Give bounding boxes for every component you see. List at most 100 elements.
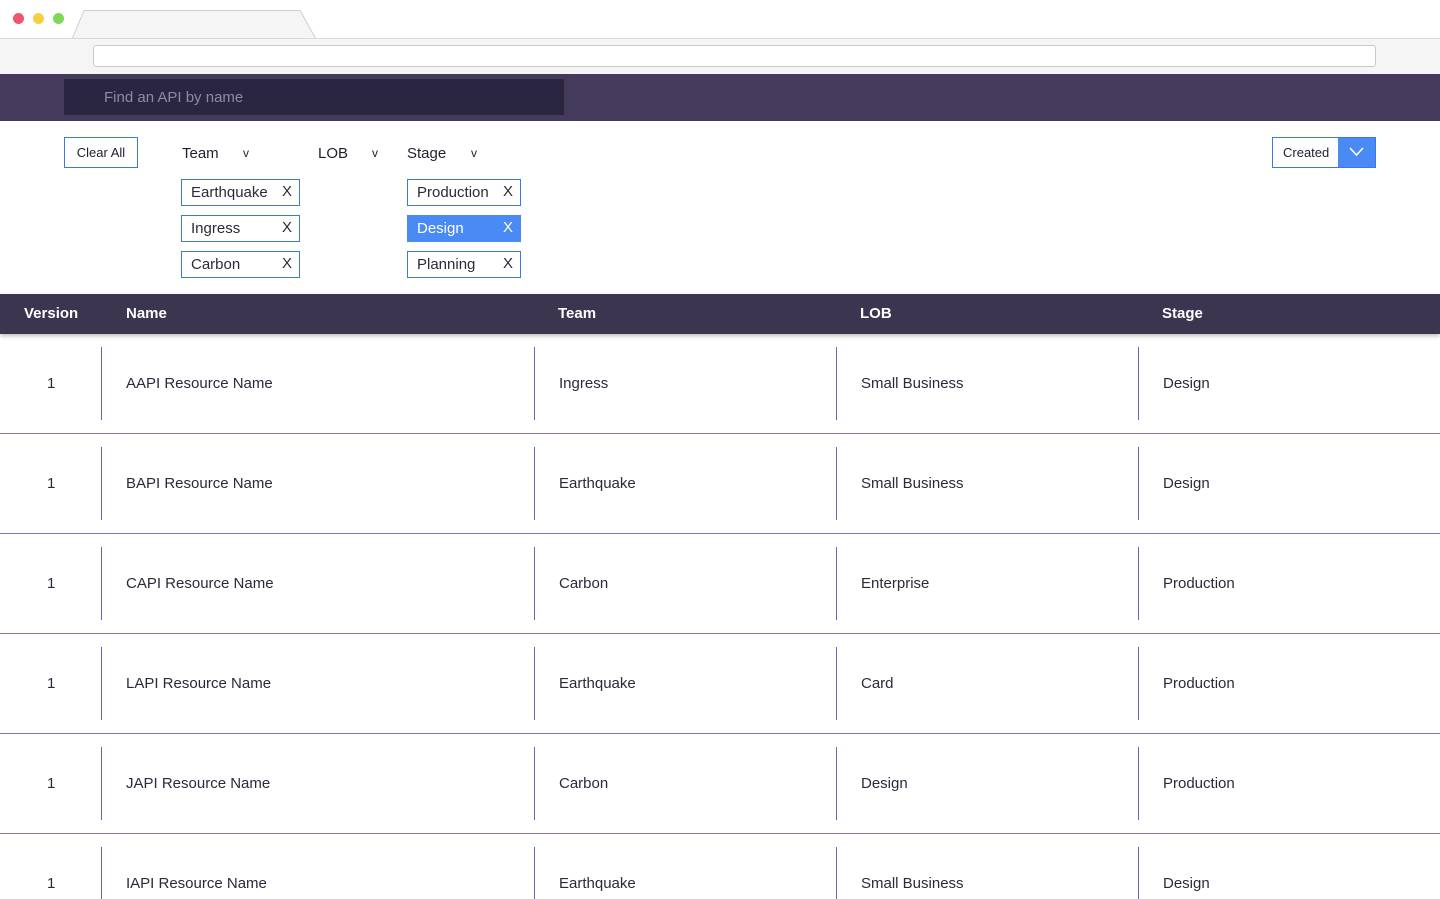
name-cell: LAPI Resource Name xyxy=(126,675,272,692)
column-divider xyxy=(836,647,837,720)
version-cell: 1 xyxy=(47,575,56,592)
stage-cell: Design xyxy=(1163,875,1210,892)
chevron-down-icon: v xyxy=(471,146,477,160)
clear-all-button[interactable]: Clear All xyxy=(64,137,138,168)
column-divider xyxy=(101,747,102,820)
remove-chip-icon[interactable]: X xyxy=(503,183,513,200)
column-divider xyxy=(836,847,837,899)
chip-label: Earthquake xyxy=(191,184,268,201)
chevron-down-icon: v xyxy=(372,146,378,160)
stage-chip-design: Design X xyxy=(407,215,521,242)
remove-chip-icon[interactable]: X xyxy=(503,219,513,236)
sort-label: Created xyxy=(1283,145,1330,160)
chevron-down-icon xyxy=(1349,147,1364,157)
column-divider xyxy=(1138,347,1139,420)
lob-cell: Small Business xyxy=(861,875,964,892)
search-input[interactable] xyxy=(64,79,564,115)
version-cell: 1 xyxy=(47,775,56,792)
column-divider xyxy=(1138,847,1139,899)
browser-tab-outline xyxy=(72,10,316,39)
version-cell: 1 xyxy=(47,475,56,492)
app-header xyxy=(0,74,1440,121)
column-divider xyxy=(534,847,535,899)
chevron-down-icon: v xyxy=(243,146,249,160)
lob-cell: Design xyxy=(861,775,908,792)
column-divider xyxy=(836,347,837,420)
version-cell: 1 xyxy=(47,675,56,692)
stage-chip-planning: Planning X xyxy=(407,251,521,278)
chip-label: Design xyxy=(417,220,464,237)
team-chip-earthquake: Earthquake X xyxy=(181,179,300,206)
stage-cell: Production xyxy=(1163,675,1235,692)
stage-cell: Production xyxy=(1163,575,1235,592)
chip-label: Carbon xyxy=(191,256,241,273)
column-header-lob[interactable]: LOB xyxy=(860,305,892,322)
remove-chip-icon[interactable]: X xyxy=(282,183,292,200)
table-row[interactable]: 1 LAPI Resource Name Earthquake Card Pro… xyxy=(0,634,1440,734)
remove-chip-icon[interactable]: X xyxy=(503,255,513,272)
lob-filter-dropdown[interactable]: LOB v xyxy=(318,143,382,165)
table-row[interactable]: 1 IAPI Resource Name Earthquake Small Bu… xyxy=(0,834,1440,899)
table-row[interactable]: 1 CAPI Resource Name Carbon Enterprise P… xyxy=(0,534,1440,634)
stage-cell: Production xyxy=(1163,775,1235,792)
table-row[interactable]: 1 BAPI Resource Name Earthquake Small Bu… xyxy=(0,434,1440,534)
table-header: Version Name Team LOB Stage xyxy=(0,294,1440,334)
sort-dropdown[interactable]: Created xyxy=(1272,137,1376,168)
minimize-window-icon[interactable] xyxy=(33,13,44,24)
table-row[interactable]: 1 JAPI Resource Name Carbon Design Produ… xyxy=(0,734,1440,834)
column-divider xyxy=(101,647,102,720)
close-window-icon[interactable] xyxy=(13,13,24,24)
column-divider xyxy=(534,747,535,820)
chip-label: Ingress xyxy=(191,220,241,237)
version-cell: 1 xyxy=(47,875,56,892)
column-header-team[interactable]: Team xyxy=(558,305,596,322)
column-divider xyxy=(1138,647,1139,720)
column-divider xyxy=(101,547,102,620)
stage-filter-dropdown[interactable]: Stage v xyxy=(407,143,483,165)
lob-cell: Small Business xyxy=(861,375,964,392)
column-divider xyxy=(534,647,535,720)
column-divider xyxy=(1138,447,1139,520)
team-cell: Carbon xyxy=(559,775,609,792)
name-cell: AAPI Resource Name xyxy=(126,375,273,392)
name-cell: CAPI Resource Name xyxy=(126,575,274,592)
column-header-stage[interactable]: Stage xyxy=(1162,305,1203,322)
remove-chip-icon[interactable]: X xyxy=(282,255,292,272)
column-divider xyxy=(1138,747,1139,820)
column-divider xyxy=(101,347,102,420)
table-row[interactable]: 1 AAPI Resource Name Ingress Small Busin… xyxy=(0,334,1440,434)
column-header-name[interactable]: Name xyxy=(126,305,167,322)
lob-filter-label: LOB xyxy=(318,145,349,162)
lob-cell: Small Business xyxy=(861,475,964,492)
column-divider xyxy=(534,347,535,420)
team-chip-ingress: Ingress X xyxy=(181,215,300,242)
address-bar[interactable] xyxy=(93,45,1376,67)
column-divider xyxy=(534,447,535,520)
version-cell: 1 xyxy=(47,375,56,392)
sort-toggle-button[interactable] xyxy=(1338,138,1375,167)
column-divider xyxy=(534,547,535,620)
column-divider xyxy=(836,747,837,820)
lob-cell: Enterprise xyxy=(861,575,930,592)
maximize-window-icon[interactable] xyxy=(53,13,64,24)
column-header-version[interactable]: Version xyxy=(24,305,78,322)
column-divider xyxy=(101,447,102,520)
column-divider xyxy=(836,547,837,620)
chip-label: Planning xyxy=(417,256,476,273)
remove-chip-icon[interactable]: X xyxy=(282,219,292,236)
team-cell: Earthquake xyxy=(559,475,636,492)
team-filter-label: Team xyxy=(182,145,219,162)
stage-cell: Design xyxy=(1163,375,1210,392)
column-divider xyxy=(836,447,837,520)
stage-chip-production: Production X xyxy=(407,179,521,206)
name-cell: IAPI Resource Name xyxy=(126,875,267,892)
team-cell: Earthquake xyxy=(559,675,636,692)
team-cell: Ingress xyxy=(559,375,609,392)
name-cell: BAPI Resource Name xyxy=(126,475,273,492)
stage-filter-label: Stage xyxy=(407,145,447,162)
team-filter-dropdown[interactable]: Team v xyxy=(182,143,254,165)
lob-cell: Card xyxy=(861,675,894,692)
column-divider xyxy=(101,847,102,899)
team-cell: Earthquake xyxy=(559,875,636,892)
team-chip-carbon: Carbon X xyxy=(181,251,300,278)
